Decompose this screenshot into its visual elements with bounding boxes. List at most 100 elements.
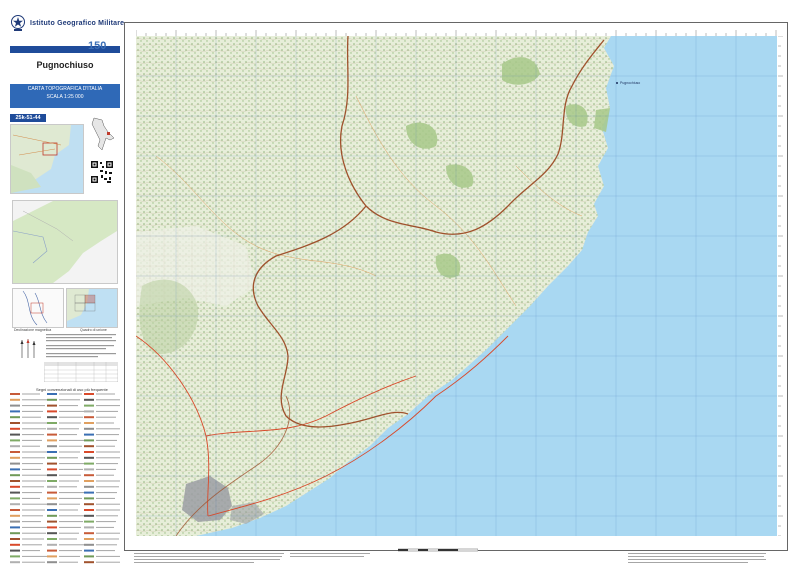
legend-item xyxy=(84,509,120,511)
legend-item xyxy=(47,427,79,430)
legend-text-line xyxy=(96,497,115,499)
legend-item xyxy=(10,439,42,442)
legend-item xyxy=(10,561,45,564)
legend-swatch xyxy=(47,503,57,506)
legend-text-line xyxy=(96,521,116,523)
legend-swatch xyxy=(84,509,94,511)
legend-item xyxy=(84,491,117,494)
legend-item xyxy=(10,491,42,494)
legend-item xyxy=(47,514,85,517)
legend-swatch xyxy=(84,532,94,535)
legend-text-line xyxy=(22,550,40,552)
legend-text-line xyxy=(22,422,48,424)
legend-text-line xyxy=(96,486,119,488)
legend-item xyxy=(10,532,46,535)
legend-text-line xyxy=(22,468,41,470)
legend-text-line xyxy=(59,532,79,534)
regional-map-graphic xyxy=(13,201,117,283)
legend-item xyxy=(47,439,84,442)
legend-swatch xyxy=(10,514,20,517)
legend-swatch xyxy=(84,410,94,413)
legend-item xyxy=(84,526,114,529)
legend-item xyxy=(47,410,85,413)
legend-swatch xyxy=(84,404,94,407)
topographic-map[interactable]: Pugnochiuso xyxy=(136,36,777,536)
legend-text-line xyxy=(96,451,120,453)
legend-swatch xyxy=(10,491,20,494)
legend-item xyxy=(47,532,79,535)
legend-text-line xyxy=(22,486,44,488)
legend-text-line xyxy=(96,457,120,459)
legend-item xyxy=(47,456,78,459)
legend-item xyxy=(84,462,118,465)
legend-item xyxy=(10,549,40,552)
legend-item xyxy=(84,503,120,506)
legend-item xyxy=(47,404,78,407)
legend-item xyxy=(10,398,47,401)
italy-locator-icon xyxy=(91,117,115,151)
legend-text-line xyxy=(96,463,118,465)
legend-text-line xyxy=(59,457,78,459)
legend-text-line xyxy=(96,480,120,482)
legend-swatch xyxy=(47,532,57,535)
legend-swatch xyxy=(10,543,20,546)
legend-text-line xyxy=(59,521,83,523)
legend-item xyxy=(10,503,47,506)
legend-swatch xyxy=(47,439,57,442)
legend-text-line xyxy=(22,492,42,494)
legend-swatch xyxy=(47,451,57,453)
legend-item xyxy=(10,456,45,459)
legend-item xyxy=(84,393,115,395)
legend-item xyxy=(84,543,117,546)
legend-item xyxy=(84,427,120,430)
topographic-map-graphic[interactable]: Pugnochiuso xyxy=(136,36,777,536)
legend-swatch xyxy=(10,433,20,436)
footer-notes xyxy=(134,553,766,563)
qr-code-icon xyxy=(90,160,114,184)
sheet-info-column: Istituto Geografico Militare 150 Pugnoch… xyxy=(0,0,124,581)
north-arrow-icon xyxy=(20,339,36,358)
map-legend xyxy=(10,393,120,564)
legend-text-line xyxy=(59,463,85,465)
legend-swatch xyxy=(84,439,94,442)
legend-swatch xyxy=(47,422,57,424)
legend-swatch xyxy=(10,410,20,413)
legend-text-line xyxy=(96,393,115,395)
legend-swatch xyxy=(47,398,57,401)
legend-item xyxy=(47,474,81,477)
legend-text-line xyxy=(22,497,40,499)
legend-item xyxy=(10,514,43,517)
legend-swatch xyxy=(47,468,57,471)
legend-item xyxy=(84,422,114,424)
legend-swatch xyxy=(84,393,94,395)
regional-map-inset xyxy=(12,200,118,284)
legend-text-line xyxy=(59,538,77,540)
legend-item xyxy=(10,509,45,511)
legend-swatch xyxy=(84,549,94,552)
legend-text-line xyxy=(96,428,120,430)
legend-swatch xyxy=(10,497,20,500)
sheet-code-badge: 25k-51-44 xyxy=(10,114,46,122)
legend-swatch xyxy=(84,474,94,477)
legend-text-line xyxy=(22,561,45,563)
legend-text-line xyxy=(22,474,48,476)
legend-item xyxy=(47,398,80,401)
legend-item xyxy=(10,451,47,453)
legend-text-line xyxy=(22,480,46,482)
legend-item xyxy=(10,480,46,482)
series-title-box: CARTA TOPOGRAFICA D'ITALIA SCALA 1:25 00… xyxy=(10,84,120,108)
legend-item xyxy=(10,416,41,419)
legend-item xyxy=(47,433,77,436)
legend-item xyxy=(10,422,48,424)
legend-swatch xyxy=(10,532,20,535)
legend-swatch xyxy=(10,538,20,540)
top-grid-ticks xyxy=(136,30,777,36)
legend-swatch xyxy=(47,538,57,540)
legend-swatch xyxy=(10,393,20,395)
legend-item xyxy=(47,445,82,448)
legend-item xyxy=(47,549,82,552)
legend-text-line xyxy=(59,515,85,517)
legend-swatch xyxy=(84,456,94,459)
legend-swatch xyxy=(84,491,94,494)
sheet-index-graphic xyxy=(67,289,96,321)
